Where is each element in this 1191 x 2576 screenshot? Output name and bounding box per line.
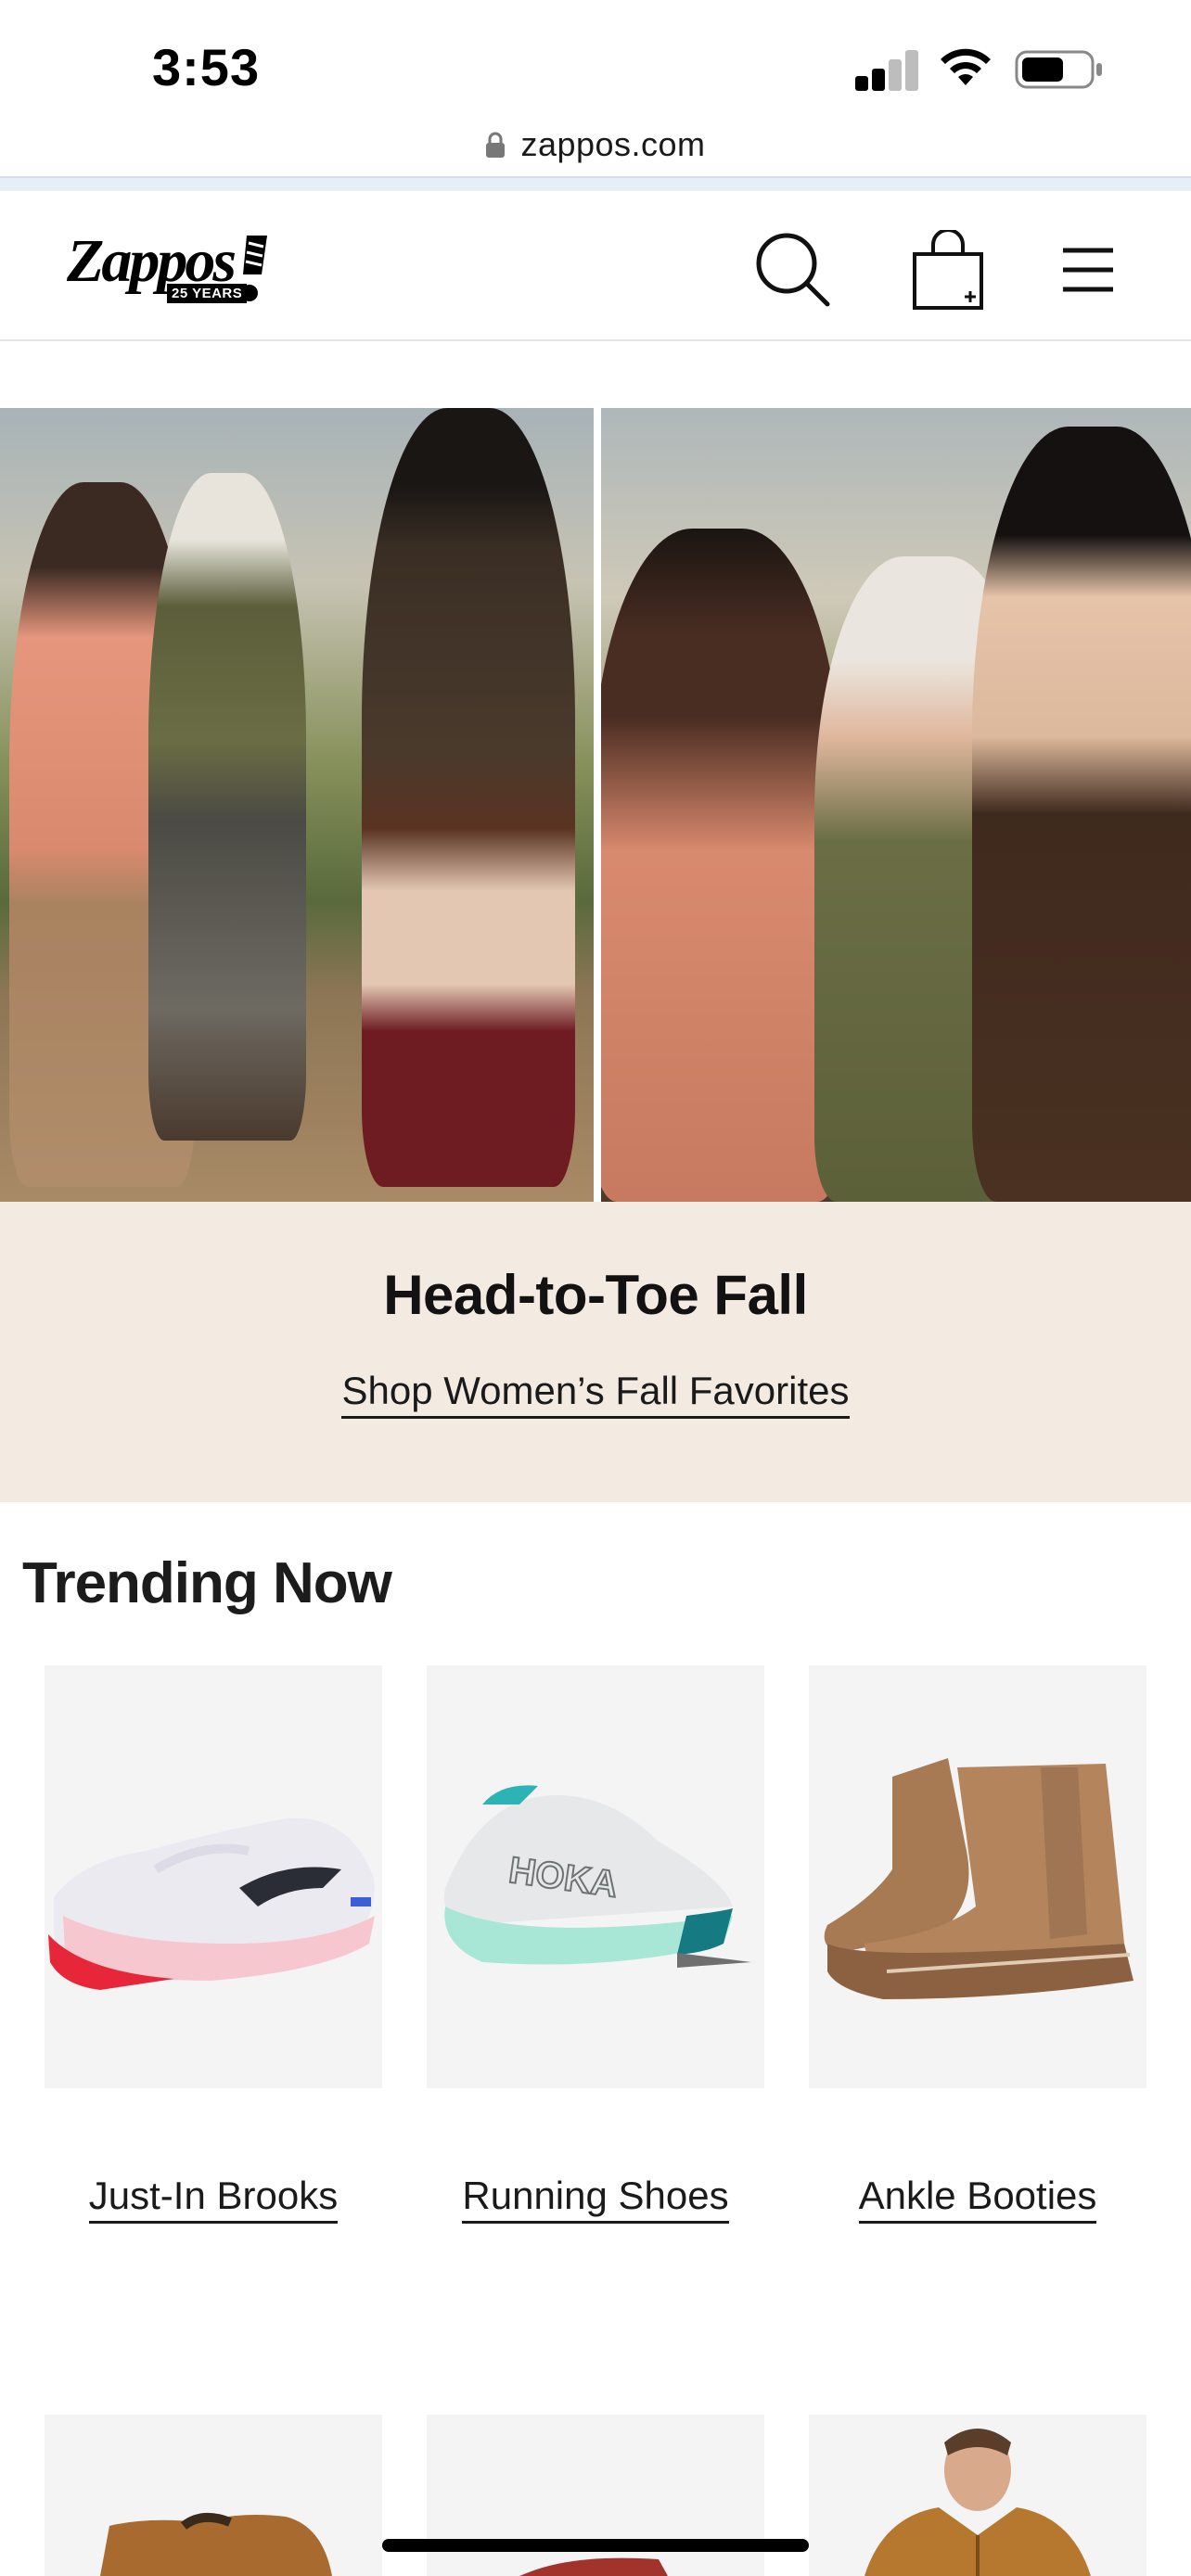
battery-icon	[1015, 50, 1102, 89]
card-label: Ankle Booties	[809, 2174, 1146, 2224]
trending-card-ankle-booties[interactable]: Ankle Booties	[809, 1665, 1146, 2224]
url-text: zappos.com	[520, 125, 706, 163]
promo-link-text: Shop Women’s Fall Favorites	[341, 1369, 850, 1419]
trending-card-row2-1[interactable]	[45, 2415, 382, 2576]
hero-banner[interactable]	[0, 408, 1191, 1202]
product-image	[809, 1665, 1146, 2088]
trending-card-running-shoes[interactable]: HOKA Running Shoes	[427, 1665, 764, 2224]
zappos-logo[interactable]: Zappos 25 YEARS	[67, 226, 271, 312]
card-label: Running Shoes	[427, 2174, 764, 2224]
hoka-shoe-image: HOKA	[443, 1785, 751, 1968]
card-label: Just-In Brooks	[45, 2174, 382, 2224]
trending-card-row2-3[interactable]	[809, 2415, 1146, 2576]
hero-image-group	[0, 408, 594, 1202]
shop-fall-favorites-link[interactable]: Shop Women’s Fall Favorites	[0, 1369, 1191, 1419]
home-indicator[interactable]	[382, 2539, 809, 2552]
trending-card-brooks[interactable]: Just-In Brooks	[45, 1665, 382, 2224]
slipper-image	[100, 2512, 332, 2576]
promo-section: Head-to-Toe Fall Shop Women’s Fall Favor…	[0, 1202, 1191, 1502]
site-header: Zappos 25 YEARS	[0, 191, 1191, 341]
shoe-logo-icon	[241, 236, 267, 301]
status-bar: 3:53	[0, 0, 1191, 111]
product-image: HOKA	[427, 1665, 764, 2088]
shopping-bag-icon[interactable]	[909, 230, 989, 310]
jacket-model-image	[864, 2429, 1091, 2576]
logo-badge: 25 YEARS	[167, 284, 248, 303]
hero-image-closeup	[601, 408, 1191, 1202]
cellular-signal-icon	[855, 48, 920, 91]
trending-heading: Trending Now	[22, 1551, 392, 1615]
lock-icon	[486, 132, 506, 158]
address-bar[interactable]: zappos.com	[0, 111, 1191, 178]
ankle-boot-image	[824, 1758, 1133, 1999]
product-image	[45, 1665, 382, 2088]
search-icon[interactable]	[753, 230, 833, 310]
status-time: 3:53	[152, 38, 261, 96]
menu-icon[interactable]	[1048, 230, 1128, 310]
wifi-icon	[941, 48, 991, 85]
promo-title: Head-to-Toe Fall	[383, 1264, 808, 1326]
running-shoe-image	[48, 1817, 375, 1990]
page-top-divider	[0, 176, 1191, 191]
